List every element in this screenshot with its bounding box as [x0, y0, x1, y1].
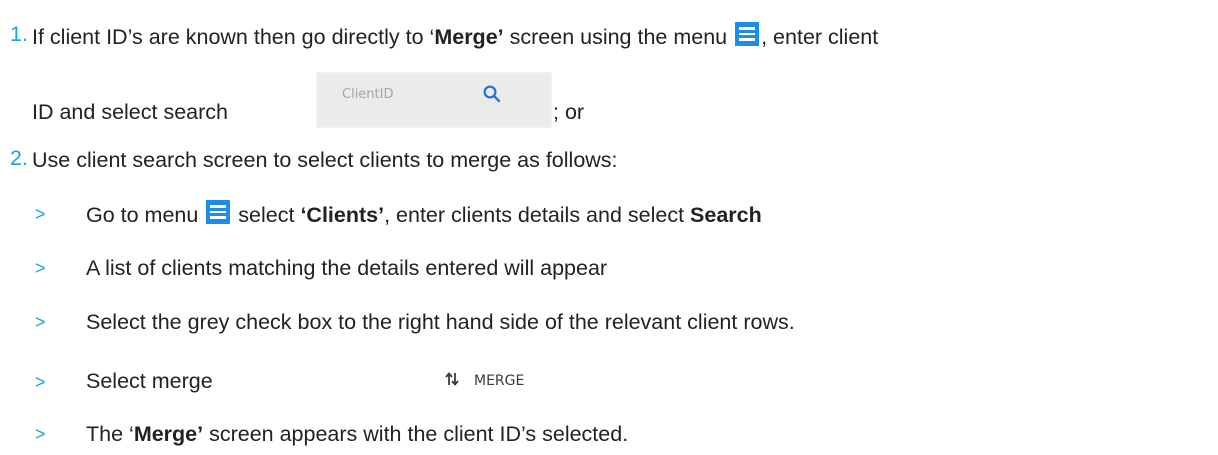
bullet-marker: > [35, 258, 46, 278]
step-1-text-line-2a: ID and select search [32, 100, 228, 124]
merge-arrows-icon [445, 372, 459, 386]
bullet-marker: > [35, 312, 46, 332]
merge-button-label: MERGE [474, 373, 525, 389]
bullet-2-text: A list of clients matching the details e… [86, 256, 608, 280]
bullet-marker: > [35, 424, 46, 444]
step-2-number: 2. [10, 146, 28, 170]
bullet-marker: > [35, 204, 46, 224]
hamburger-menu-icon[interactable] [735, 22, 760, 46]
bullet-1-text: Go to menu select ‘Clients’, enter clien… [86, 200, 762, 229]
bullet-4-text: Select merge [86, 369, 213, 393]
bullet-3-text: Select the grey check box to the right h… [86, 310, 795, 334]
search-placeholder: ClientID [342, 87, 394, 102]
search-icon[interactable] [482, 84, 502, 104]
bullet-5-text: The ‘Merge’ screen appears with the clie… [86, 422, 629, 446]
merge-button[interactable]: MERGE [444, 371, 524, 395]
hamburger-menu-icon[interactable] [206, 200, 231, 224]
bullet-marker: > [35, 372, 46, 392]
step-2-text: Use client search screen to select clien… [32, 148, 618, 172]
step-1-text-line-2b: ; or [553, 100, 585, 124]
step-1-number: 1. [10, 22, 28, 46]
client-id-search-field[interactable]: ClientID [316, 72, 552, 128]
step-1-text: If client ID’s are known then go directl… [32, 22, 878, 51]
